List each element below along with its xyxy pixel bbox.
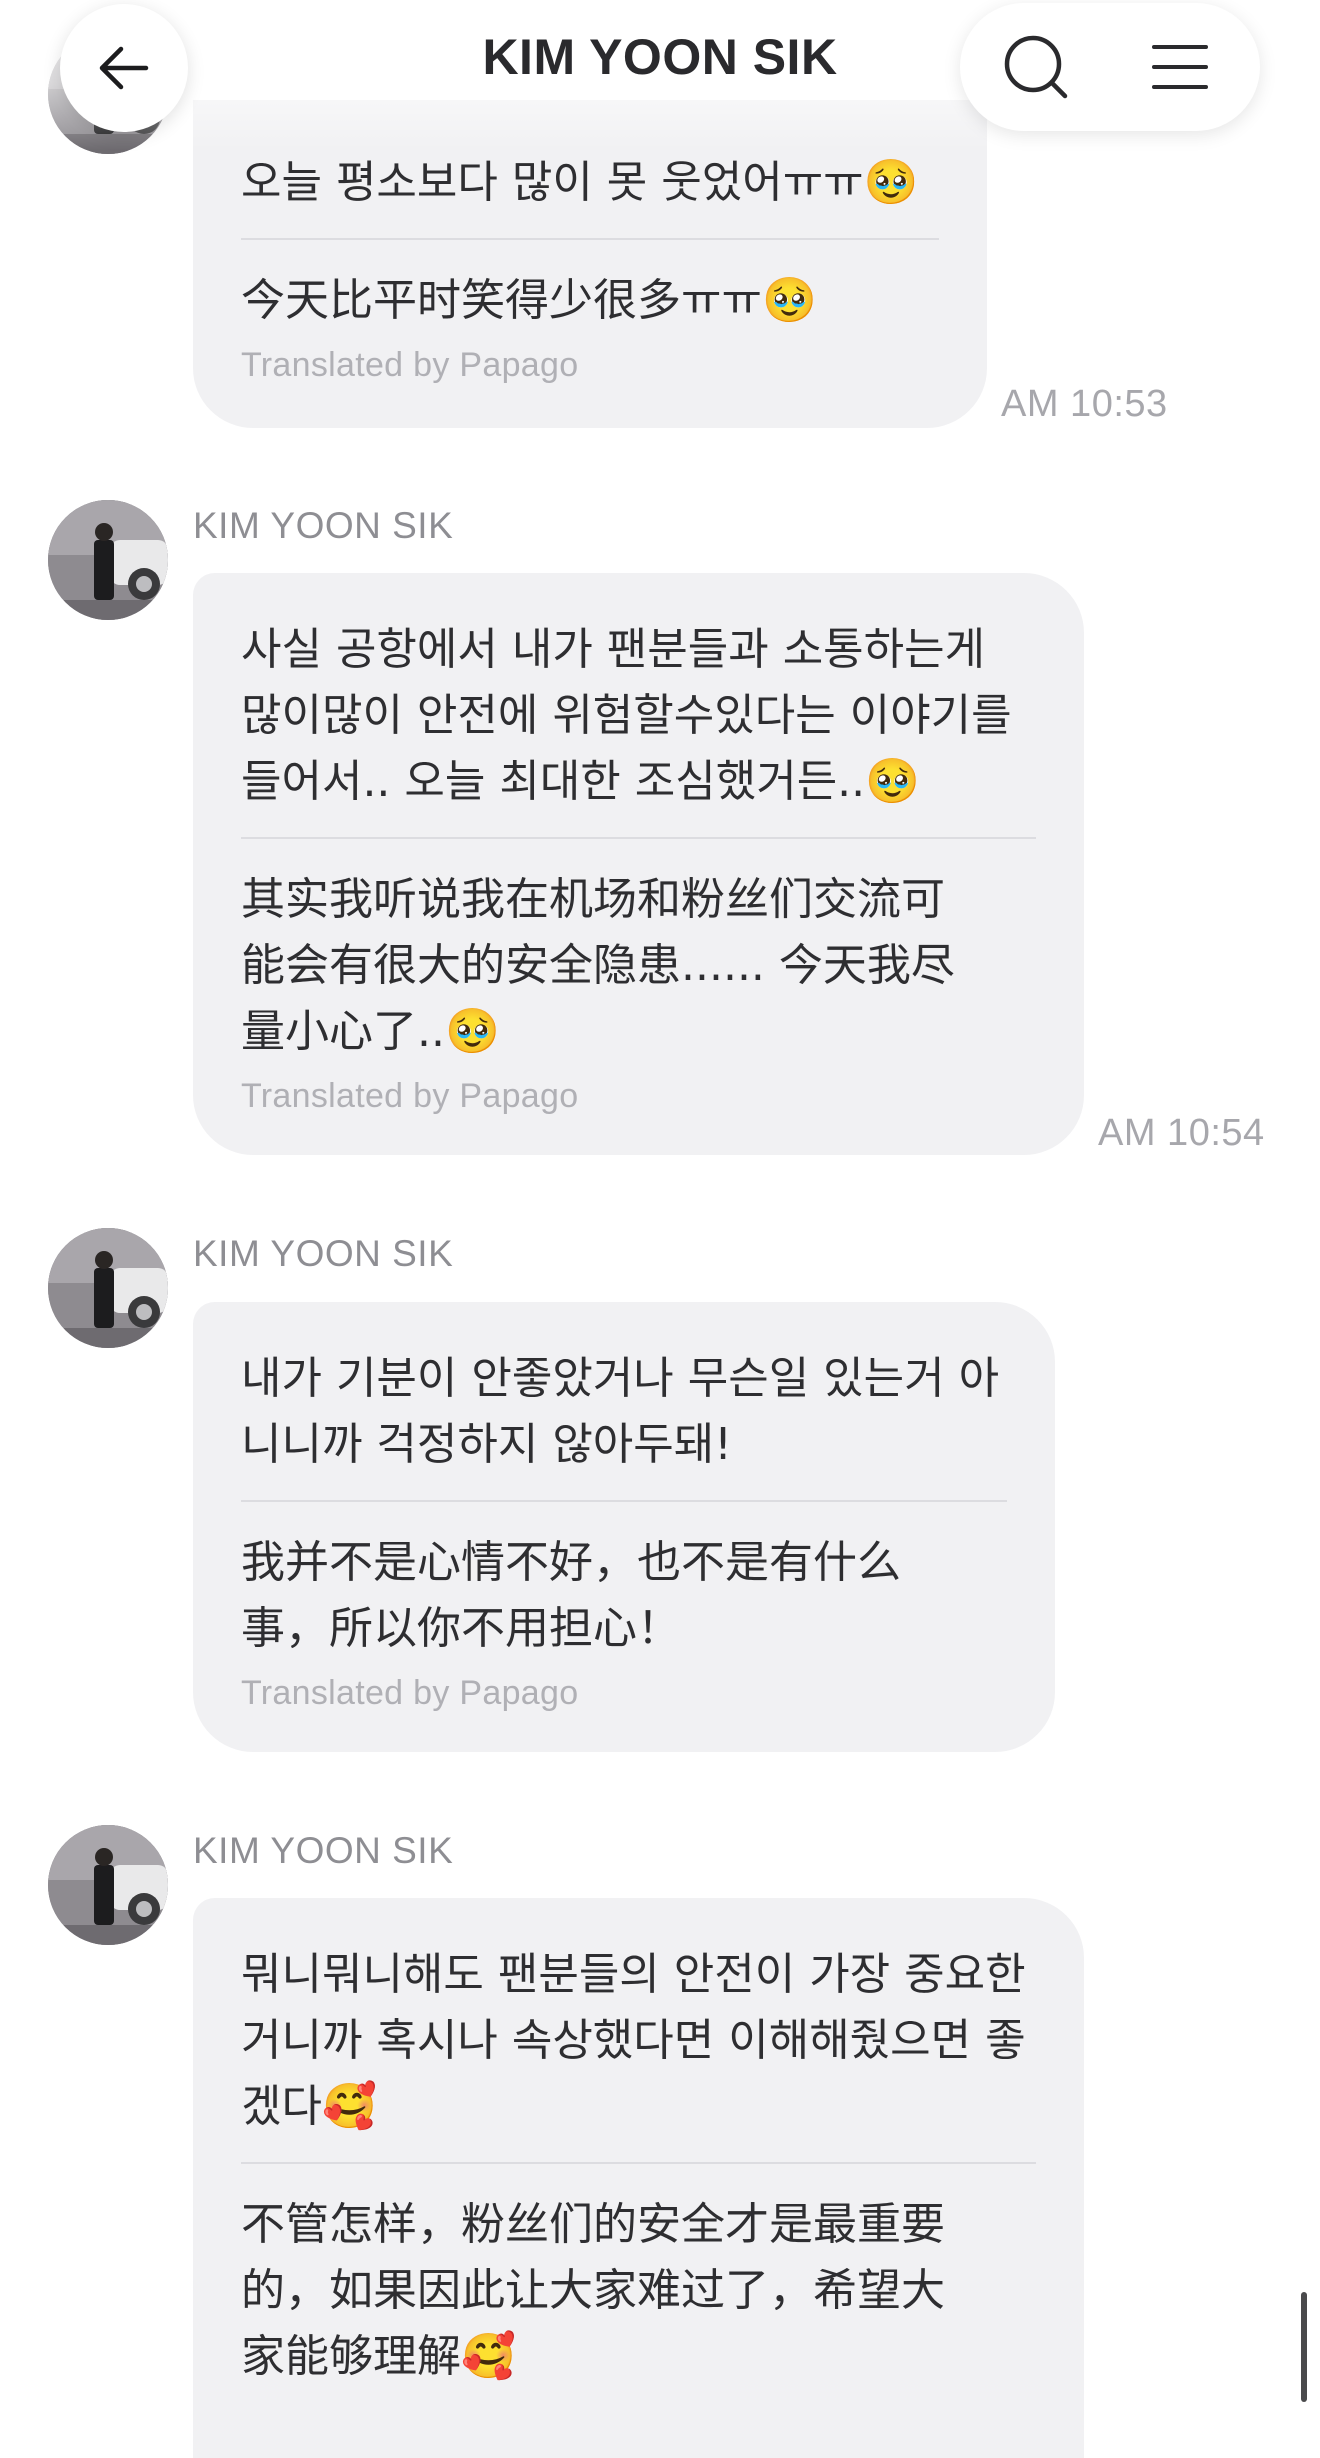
message-translated-text: 不管怎样，粉丝们的安全才是最重要 的，如果因此让大家难过了，希望大 家能够理解🥰 (241, 2199, 945, 2382)
bubble-divider (241, 1500, 1007, 1502)
message-translated-text: 今天比平时笑得少很多ㅠㅠ🥹 (241, 275, 817, 326)
message-original-text: 내가 기분이 안좋았거나 무슨일 있는거 아 니니까 걱정하지 않아두돼! (241, 1353, 1000, 1470)
bubble-divider (241, 2162, 1036, 2164)
scrollbar[interactable] (1301, 2292, 1307, 2402)
message-timestamp: AM 10:53 (1001, 383, 1168, 425)
header-actions (960, 3, 1260, 131)
avatar[interactable] (48, 1825, 168, 1945)
sender-name: KIM YOON SIK (193, 1233, 454, 1274)
back-button[interactable] (60, 4, 188, 132)
message-original-text: 오늘 평소보다 많이 못 웃었어ㅠㅠ🥹 (241, 157, 919, 208)
message-bubble[interactable]: 내가 기분이 안좋았거나 무슨일 있는거 아 니니까 걱정하지 않아두돼! 我并… (193, 1302, 1055, 1752)
message-bubble[interactable]: 사실 공항에서 내가 팬분들과 소통하는게 많이많이 안전에 위험할수있다는 이… (193, 573, 1084, 1155)
message-timestamp: AM 10:54 (1098, 1112, 1265, 1154)
bubble-divider (241, 837, 1036, 839)
translated-by-label: Translated by Papago (241, 1077, 579, 1115)
message-bubble[interactable]: 오늘 평소보다 많이 못 웃었어ㅠㅠ🥹 今天比平时笑得少很多ㅠㅠ🥹 Transl… (193, 100, 987, 428)
menu-button[interactable] (1130, 17, 1230, 117)
avatar[interactable] (48, 500, 168, 620)
avatar-photo (48, 500, 168, 620)
search-button[interactable] (986, 17, 1086, 117)
bubble-divider (241, 238, 939, 240)
message-translated-text: 其实我听说我在机场和粉丝们交流可 能会有很大的安全隐患...... 今天我尽 量… (241, 874, 955, 1057)
avatar[interactable] (48, 1228, 168, 1348)
sender-name: KIM YOON SIK (193, 1830, 454, 1871)
search-icon (1004, 35, 1068, 99)
message-original-text: 뭐니뭐니해도 팬분들의 안전이 가장 중요한 거니까 혹시나 속상했다면 이해해… (241, 1949, 1026, 2132)
translated-by-label: Translated by Papago (241, 1674, 579, 1712)
arrow-left-icon (99, 46, 149, 90)
sender-name: KIM YOON SIK (193, 505, 454, 546)
message-original-text: 사실 공항에서 내가 팬분들과 소통하는게 많이많이 안전에 위험할수있다는 이… (241, 624, 1012, 807)
hamburger-menu-icon (1152, 45, 1208, 89)
avatar-photo (48, 1825, 168, 1945)
avatar-photo (48, 1228, 168, 1348)
message-translated-text: 我并不是心情不好，也不是有什么 事，所以你不用担心！ (241, 1537, 901, 1654)
translated-by-label: Translated by Papago (241, 346, 579, 384)
message-bubble[interactable]: 뭐니뭐니해도 팬분들의 안전이 가장 중요한 거니까 혹시나 속상했다면 이해해… (193, 1898, 1084, 2458)
